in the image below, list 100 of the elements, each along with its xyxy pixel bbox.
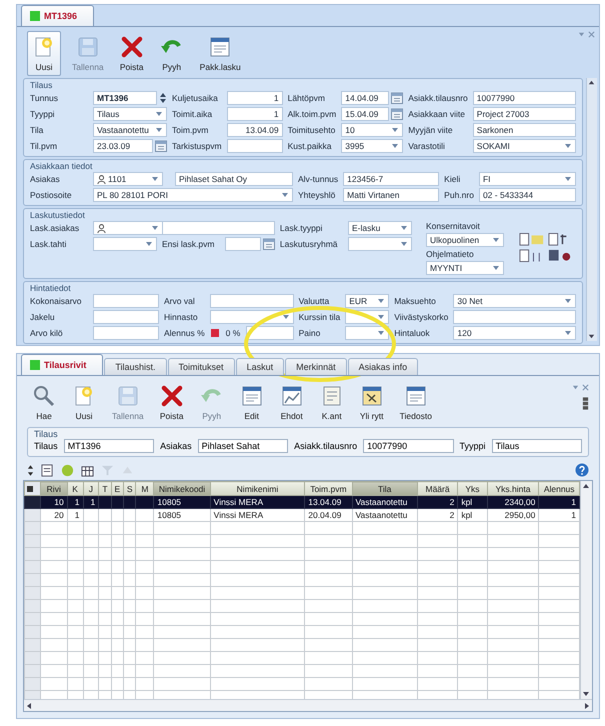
- text-field[interactable]: Pihlaset Sahat: [198, 439, 288, 453]
- toolbar-button[interactable]: Pyyh: [154, 31, 189, 76]
- combo-box[interactable]: SOKAMI: [472, 139, 576, 153]
- field-label: Jakelu: [30, 312, 55, 322]
- toolbar-button[interactable]: Tiedosto: [394, 380, 437, 425]
- column-header[interactable]: Tila: [352, 482, 418, 496]
- tab[interactable]: Asiakas info: [348, 358, 418, 375]
- combo-box[interactable]: EUR: [345, 294, 390, 308]
- text-field[interactable]: 1: [226, 107, 283, 121]
- table-row[interactable]: 20 1 10805 Vinssi MERA 20.04.09 Vastaanotettu 2 kpl 2950,00 1: [24, 508, 580, 522]
- text-field[interactable]: [246, 326, 294, 340]
- text-field[interactable]: 1: [226, 91, 283, 105]
- column-header[interactable]: M: [136, 482, 154, 496]
- date-field[interactable]: 23.03.09: [93, 139, 153, 153]
- field-label: Paino: [298, 328, 320, 338]
- toolbar-button[interactable]: Uusi: [67, 380, 101, 425]
- column-header[interactable]: Nimikenimi: [210, 482, 305, 496]
- field-label: Asiakas: [160, 441, 192, 451]
- tab[interactable]: Tilausrivit: [21, 354, 104, 375]
- text-field[interactable]: [93, 294, 159, 308]
- combo-box[interactable]: [348, 237, 412, 251]
- tab[interactable]: Toimitukset: [168, 358, 235, 375]
- toolbar-button[interactable]: Poista: [154, 380, 189, 425]
- toolbar-button[interactable]: Uusi: [27, 31, 61, 76]
- text-field[interactable]: 10077990: [472, 91, 576, 105]
- column-header[interactable]: E: [111, 482, 124, 496]
- table-cell: 2950,00: [487, 508, 539, 522]
- text-field[interactable]: Sarkonen: [472, 123, 576, 137]
- column-header[interactable]: Määrä: [417, 482, 458, 496]
- combo-box[interactable]: 30 Net: [453, 294, 576, 308]
- column-header[interactable]: K: [67, 482, 84, 496]
- calendar-button[interactable]: [262, 238, 275, 250]
- pin-icon: [578, 31, 585, 38]
- date-field[interactable]: 15.04.09: [341, 107, 390, 121]
- field-label: Ohjelmatieto: [426, 249, 474, 259]
- text-field[interactable]: [226, 139, 283, 153]
- text-field[interactable]: 123456-7: [343, 172, 440, 186]
- table-cell: 2: [417, 496, 458, 508]
- text-field[interactable]: [210, 294, 294, 308]
- toolbar-button[interactable]: K.ant: [314, 380, 349, 425]
- column-header[interactable]: Toim.pvm: [304, 482, 352, 496]
- combo-box[interactable]: 10: [341, 123, 404, 137]
- scrollbar[interactable]: [580, 481, 592, 699]
- text-field[interactable]: Tilaus: [492, 439, 582, 453]
- table-row[interactable]: 10 1 1 10805 Vinssi MERA 13.04.09 Vastaanotettu 2 kpl 2340,00 1: [24, 496, 580, 508]
- combo-box[interactable]: 120: [453, 326, 576, 340]
- combo-box[interactable]: [345, 326, 390, 340]
- text-field[interactable]: Matti Virtanen: [343, 188, 440, 202]
- column-header[interactable]: Yks: [458, 482, 488, 496]
- group-title: Asiakkaan tiedot: [30, 161, 92, 171]
- column-header[interactable]: Nimikekoodi: [154, 482, 210, 496]
- combo-box[interactable]: Tilaus: [93, 107, 167, 121]
- combo-box[interactable]: [93, 237, 157, 251]
- text-field[interactable]: 13.04.09: [226, 123, 283, 137]
- combo-box[interactable]: Ulkopuolinen: [426, 233, 504, 247]
- column-header[interactable]: Rivi: [40, 482, 68, 496]
- column-header[interactable]: Alennus: [538, 482, 580, 496]
- combo-box[interactable]: E-lasku: [348, 221, 412, 235]
- toolbar-button[interactable]: Hae: [27, 380, 61, 425]
- toolbar-button[interactable]: Poista: [114, 31, 149, 76]
- dropdown-arrow-icon: [564, 175, 572, 183]
- date-field[interactable]: 14.04.09: [341, 91, 390, 105]
- toolbar-button[interactable]: Ehdot: [274, 380, 309, 425]
- scrollbar[interactable]: [24, 699, 592, 711]
- field-value: 0 %: [224, 328, 242, 338]
- tab[interactable]: Merkinnät: [285, 358, 347, 375]
- combo-box[interactable]: MYYNTI: [426, 261, 504, 275]
- scrollbar[interactable]: [586, 78, 597, 341]
- text-field[interactable]: [93, 326, 159, 340]
- toolbar-button[interactable]: Pakk.lasku: [194, 31, 246, 76]
- row-marker-icon: [27, 486, 33, 492]
- text-field[interactable]: Project 27003: [472, 107, 576, 121]
- text-field[interactable]: [453, 310, 576, 324]
- date-field[interactable]: [224, 237, 261, 251]
- combo-box[interactable]: Vastaanotettu: [93, 123, 167, 137]
- toolbar-button[interactable]: Edit: [234, 380, 269, 425]
- text-field[interactable]: 10077990: [363, 439, 454, 453]
- column-header[interactable]: T: [98, 482, 112, 496]
- tab[interactable]: Tilaushist.: [104, 358, 167, 375]
- lookup-field[interactable]: [93, 221, 163, 235]
- lookup-field[interactable]: 1101: [93, 172, 163, 186]
- toolbar-button[interactable]: Yli rytt: [354, 380, 389, 425]
- column-header[interactable]: Yks.hinta: [487, 482, 539, 496]
- calendar-button[interactable]: [391, 108, 404, 120]
- column-header[interactable]: S: [124, 482, 136, 496]
- combo-box[interactable]: 3995: [341, 139, 404, 153]
- text-field[interactable]: MT1396: [64, 439, 154, 453]
- combo-box[interactable]: FI: [478, 172, 576, 186]
- combo-box[interactable]: PL 80 28101 PORI: [93, 188, 293, 202]
- tab[interactable]: MT1396: [21, 5, 94, 26]
- calendar-button[interactable]: [155, 140, 167, 152]
- text-field[interactable]: [93, 310, 159, 324]
- column-header[interactable]: J: [83, 482, 99, 496]
- text-field[interactable]: MT1396: [93, 91, 157, 105]
- calendar-button[interactable]: [391, 92, 404, 104]
- text-field[interactable]: Pihlaset Sahat Oy: [175, 172, 293, 186]
- tab[interactable]: Laskut: [236, 358, 284, 375]
- field-label: Yhteyshlö: [298, 190, 336, 200]
- text-field[interactable]: 02 - 5433344: [478, 188, 576, 202]
- text-field[interactable]: [162, 221, 275, 235]
